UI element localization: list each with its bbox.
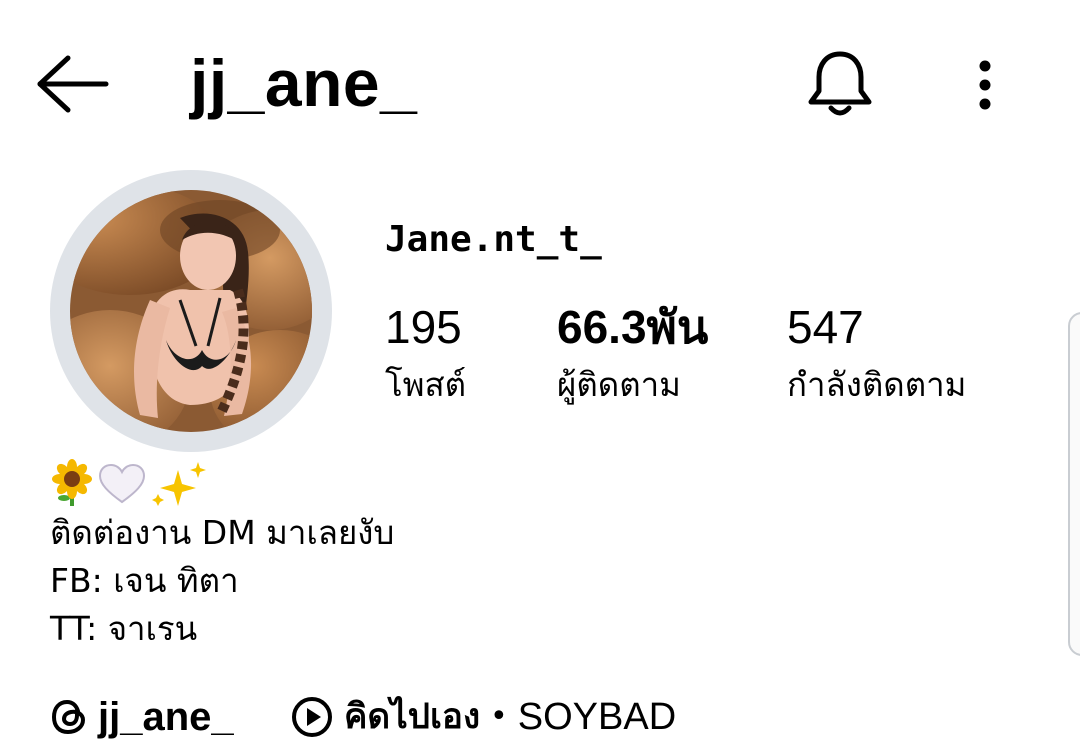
followers-count[interactable]: 66.3พัน ผู้ติดตาม xyxy=(557,304,708,401)
more-options-button[interactable] xyxy=(960,48,1010,128)
song-artist: SOYBAD xyxy=(517,696,677,738)
bio-line: FB: เจน ทิตา xyxy=(50,561,239,600)
following-count-value: 547 xyxy=(787,301,864,353)
profile-display-name: Jane.nt_t_ xyxy=(385,219,602,260)
following-count-label: กำลังติดตาม xyxy=(787,365,967,404)
bio-emoji-row xyxy=(50,458,210,508)
followers-count-value: 66.3พัน xyxy=(557,301,709,353)
followers-count-label: ผู้ติดตาม xyxy=(557,365,681,404)
sunflower-icon xyxy=(52,459,92,506)
more-vertical-icon xyxy=(979,60,991,110)
avatar[interactable] xyxy=(70,190,312,432)
play-circle-icon xyxy=(292,697,332,737)
avatar-photo xyxy=(70,190,312,432)
posts-count-value: 195 xyxy=(385,301,462,353)
profile-music-link[interactable]: คิดไปเอง • SOYBAD xyxy=(290,692,676,742)
sparkles-icon xyxy=(152,462,206,506)
posts-count-label: โพสต์ xyxy=(385,365,467,404)
threads-profile-link[interactable]: jj_ane_ xyxy=(50,692,234,742)
arrow-left-icon xyxy=(37,55,109,113)
bell-icon xyxy=(808,51,872,116)
suggested-card-edge[interactable] xyxy=(1068,312,1080,656)
following-count[interactable]: 547 กำลังติดตาม xyxy=(787,304,966,401)
separator-dot: • xyxy=(490,699,508,734)
bio-line: ติดต่องาน DM มาเลยงับ xyxy=(50,513,395,552)
song-title: คิดไปเอง xyxy=(344,696,481,737)
threads-handle: jj_ane_ xyxy=(98,695,234,739)
bio-line: TT: จาเรน xyxy=(50,609,198,648)
threads-icon xyxy=(51,699,86,735)
notifications-button[interactable] xyxy=(800,44,880,124)
white-heart-icon xyxy=(98,463,146,504)
posts-count[interactable]: 195 โพสต์ xyxy=(385,304,466,401)
back-button[interactable] xyxy=(28,48,118,120)
profile-username: jj_ane_ xyxy=(190,46,418,120)
